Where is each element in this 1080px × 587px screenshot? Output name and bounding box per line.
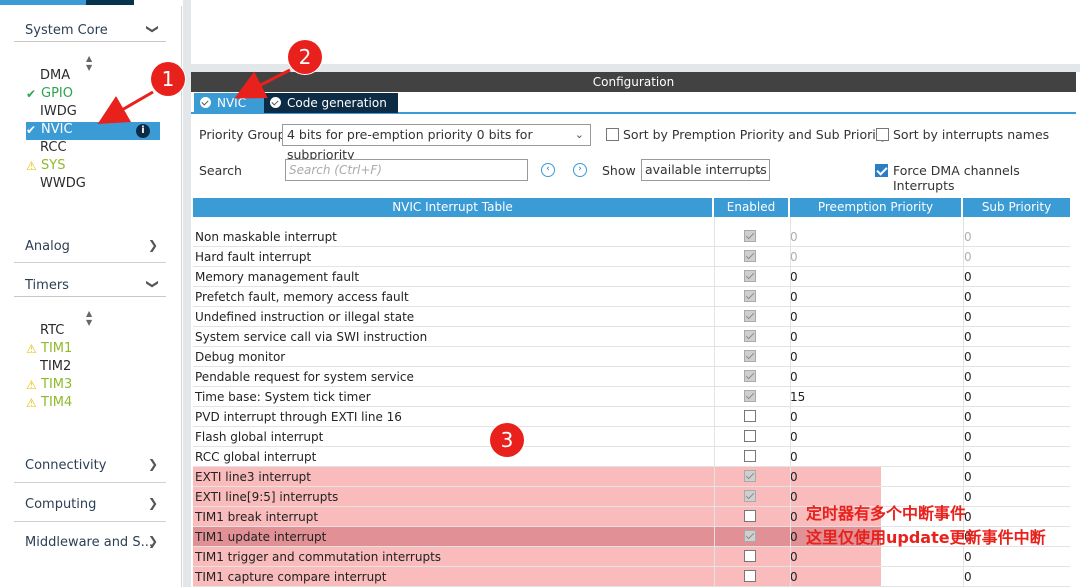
step-badge-1: 1 (151, 62, 185, 96)
arrow-to-nvic-tab (234, 68, 291, 99)
app-root: System Core ❯ ▲ ▼ DMA ✔ GPIO IWDG ✔ NVIC i RCC ⚠ S… (0, 0, 1080, 587)
step-badge-3: 3 (490, 423, 524, 457)
step-badge-2: 2 (288, 40, 322, 74)
arrow-to-nvic (97, 90, 154, 125)
